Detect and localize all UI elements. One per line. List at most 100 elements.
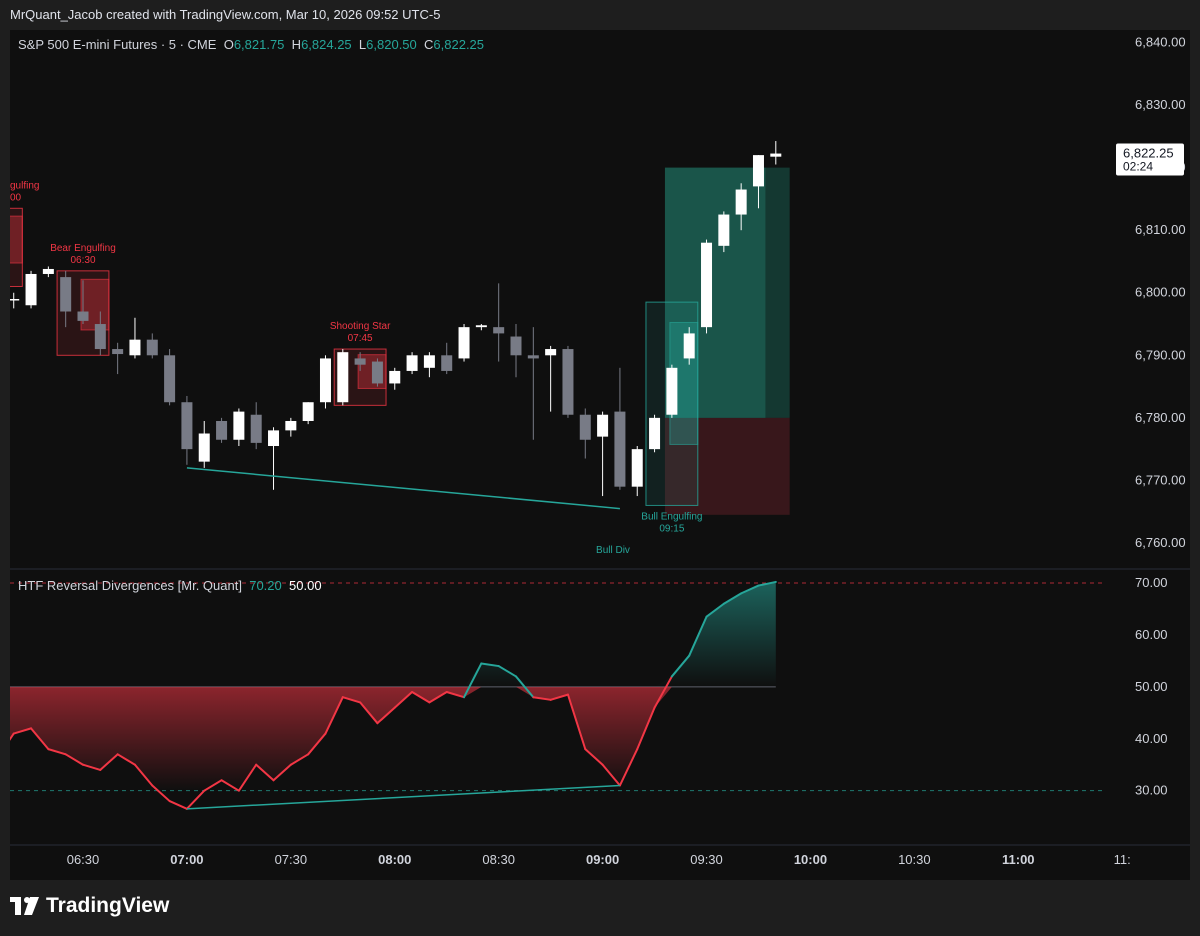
- indicator-legend: HTF Reversal Divergences [Mr. Quant] 70.…: [18, 578, 322, 593]
- tradingview-logo-icon: [10, 897, 39, 915]
- candle-body: [389, 370, 401, 384]
- pattern-time-label: 00: [10, 192, 22, 203]
- indicator-value-2: 50.00: [289, 578, 322, 593]
- time-tick-label: 10:30: [898, 852, 931, 867]
- candle-body: [752, 155, 764, 187]
- time-tick-label: 08:00: [378, 852, 411, 867]
- tradingview-brand: TradingView: [46, 894, 170, 917]
- time-tick-label: 09:30: [690, 852, 723, 867]
- high-value: 6,824.25: [301, 37, 352, 52]
- pattern-time-label: 06:30: [70, 255, 95, 266]
- time-tick-label: 11:: [1114, 852, 1131, 867]
- candle-body: [493, 327, 505, 334]
- candle-body: [60, 277, 72, 312]
- price-tick-label: 6,780.00: [1135, 410, 1186, 425]
- candle-body: [164, 355, 176, 403]
- candle-body: [354, 358, 366, 365]
- chart-area[interactable]: 6,840.006,830.006,820.006,810.006,800.00…: [10, 30, 1190, 880]
- tradingview-footer[interactable]: TradingView: [10, 890, 169, 922]
- candle-body: [181, 402, 193, 450]
- osc-tick-label: 50.00: [1135, 679, 1168, 694]
- candle-body: [112, 349, 124, 355]
- low-value: 6,820.50: [366, 37, 417, 52]
- candle-body: [146, 339, 158, 356]
- candle-body: [371, 361, 383, 384]
- time-tick-label: 08:30: [482, 852, 515, 867]
- candle-body: [423, 355, 435, 368]
- candle-body: [631, 449, 643, 487]
- pattern-label: Bear Engulfing: [50, 243, 116, 254]
- candle-body: [510, 336, 522, 356]
- candle-body: [441, 355, 453, 371]
- candle-body: [458, 327, 470, 359]
- chart-caption: MrQuant_Jacob created with TradingView.c…: [10, 7, 441, 22]
- open-label: O: [223, 37, 234, 52]
- candle-body: [545, 349, 557, 356]
- time-tick-label: 09:00: [586, 852, 619, 867]
- candle-body: [268, 430, 280, 447]
- candle-body: [406, 355, 418, 371]
- price-tick-label: 6,840.00: [1135, 35, 1186, 50]
- candle-body: [770, 153, 782, 157]
- candle-body: [683, 333, 695, 359]
- divergence-label: Bull Div: [596, 545, 630, 556]
- time-tick-label: 11:00: [1002, 852, 1035, 867]
- pattern-label: Shooting Star: [330, 321, 391, 332]
- price-tick-label: 6,800.00: [1135, 285, 1186, 300]
- candle-body: [614, 411, 626, 487]
- pattern-time-label: 09:15: [659, 523, 684, 534]
- candle-body: [216, 420, 228, 440]
- candle-body: [701, 242, 713, 328]
- price-badge-countdown: 02:24: [1123, 160, 1153, 174]
- close-label: C: [424, 37, 434, 52]
- symbol-label[interactable]: S&P 500 E-mini Futures · 5 · CME: [18, 37, 216, 52]
- candle-body: [527, 355, 539, 359]
- candle-body: [337, 352, 349, 403]
- pattern-label: Bull Engulfing: [641, 511, 702, 522]
- osc-tick-label: 70.00: [1135, 575, 1168, 590]
- price-badge-value: 6,822.25: [1123, 146, 1174, 161]
- candle-body: [42, 268, 54, 274]
- candle-body: [735, 189, 747, 215]
- indicator-value-1: 70.20: [249, 578, 282, 593]
- candle-body: [77, 311, 89, 321]
- candle-body: [94, 324, 106, 350]
- close-value: 6,822.25: [433, 37, 485, 52]
- pattern-box-body: [80, 278, 110, 331]
- candle-body: [718, 214, 730, 246]
- candle-body: [319, 358, 331, 403]
- price-tick-label: 6,770.00: [1135, 472, 1186, 487]
- main-legend: S&P 500 E-mini Futures · 5 · CME O6,821.…: [18, 37, 484, 52]
- time-tick-label: 07:00: [170, 852, 203, 867]
- osc-tick-label: 30.00: [1135, 783, 1168, 798]
- candle-body: [649, 417, 661, 450]
- candle-body: [579, 414, 591, 440]
- price-tick-label: 6,810.00: [1135, 222, 1186, 237]
- time-tick-label: 06:30: [67, 852, 100, 867]
- price-tick-label: 6,760.00: [1135, 535, 1186, 550]
- candle-body: [666, 367, 678, 415]
- pattern-time-label: 07:45: [348, 333, 373, 344]
- candle-body: [198, 433, 210, 462]
- osc-divergence-line: [186, 784, 620, 810]
- candle-body: [475, 325, 487, 328]
- price-divergence-line: [186, 467, 620, 510]
- candle-body: [597, 414, 609, 437]
- candle-body: [25, 273, 37, 306]
- high-label: H: [291, 37, 302, 52]
- candle-body: [233, 411, 245, 440]
- price-tick-label: 6,830.00: [1135, 97, 1186, 112]
- osc-bull-fill: [10, 581, 776, 687]
- osc-line-segment: [10, 732, 15, 741]
- candle-body: [285, 420, 297, 431]
- pattern-box-body: [10, 215, 23, 264]
- chart-canvas[interactable]: 6,840.006,830.006,820.006,810.006,800.00…: [10, 30, 1190, 880]
- time-tick-label: 07:30: [275, 852, 308, 867]
- candle-body: [302, 402, 314, 421]
- pattern-label: gulfing: [10, 180, 39, 191]
- open-value: 6,821.75: [233, 37, 285, 52]
- candle-body: [10, 299, 20, 301]
- candle-body: [562, 349, 574, 415]
- indicator-name[interactable]: HTF Reversal Divergences [Mr. Quant]: [18, 578, 242, 593]
- price-tick-label: 6,790.00: [1135, 347, 1186, 362]
